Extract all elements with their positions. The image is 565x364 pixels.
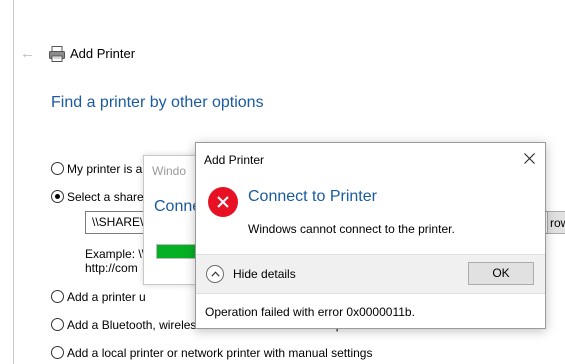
option-label: Select a shared — [67, 190, 151, 204]
radio-button-selected[interactable] — [51, 190, 64, 203]
wizard-title: Add Printer — [70, 46, 136, 61]
example-text: Example: \\ http://com — [85, 247, 145, 275]
option-select-shared-printer[interactable]: Select a shared — [51, 190, 150, 204]
error-dialog: Add Printer Connect to Printer Windows c… — [195, 142, 546, 329]
option-add-printer-tcpip[interactable]: Add a printer u — [51, 290, 146, 304]
hide-details-toggle[interactable]: Hide details — [206, 264, 296, 284]
wizard-header: ← Add Printer — [14, 40, 565, 70]
error-dialog-titlebar: Add Printer — [196, 143, 545, 174]
browse-button[interactable]: rowse — [547, 211, 565, 234]
option-add-local-printer[interactable]: Add a local printer or network printer w… — [51, 346, 372, 360]
error-heading: Connect to Printer — [248, 188, 377, 205]
error-details-panel: Operation failed with error 0x0000011b. — [196, 293, 545, 329]
wizard-heading: Find a printer by other options — [51, 94, 264, 111]
radio-button[interactable] — [51, 162, 64, 175]
example-line-2: http://com — [85, 261, 138, 275]
connecting-dialog-title: Windo — [152, 164, 187, 178]
close-button[interactable] — [513, 143, 545, 174]
error-icon — [208, 187, 238, 217]
browse-button-label: rowse — [550, 216, 565, 230]
ok-button[interactable]: OK — [468, 262, 534, 285]
example-line-1: Example: \\ — [85, 247, 146, 261]
back-arrow-icon[interactable]: ← — [20, 46, 36, 62]
option-label: Add a printer u — [67, 290, 146, 304]
error-details-text: Operation failed with error 0x0000011b. — [205, 305, 415, 319]
option-label: My printer is a — [67, 162, 143, 176]
chevron-up-icon[interactable] — [206, 265, 224, 283]
error-dialog-title: Add Printer — [204, 153, 265, 167]
shared-printer-path-value: \\SHARE\ — [92, 215, 144, 229]
radio-button[interactable] — [51, 346, 64, 359]
option-label: Add a local printer or network printer w… — [67, 346, 373, 360]
radio-button[interactable] — [51, 318, 64, 331]
printer-icon — [49, 46, 65, 62]
error-message: Windows cannot connect to the printer. — [248, 222, 455, 236]
close-icon — [523, 153, 535, 164]
error-action-bar: Hide details OK — [196, 254, 545, 293]
radio-button[interactable] — [51, 290, 64, 303]
option-my-printer-is-older[interactable]: My printer is a — [51, 162, 142, 176]
hide-details-label: Hide details — [233, 267, 296, 281]
